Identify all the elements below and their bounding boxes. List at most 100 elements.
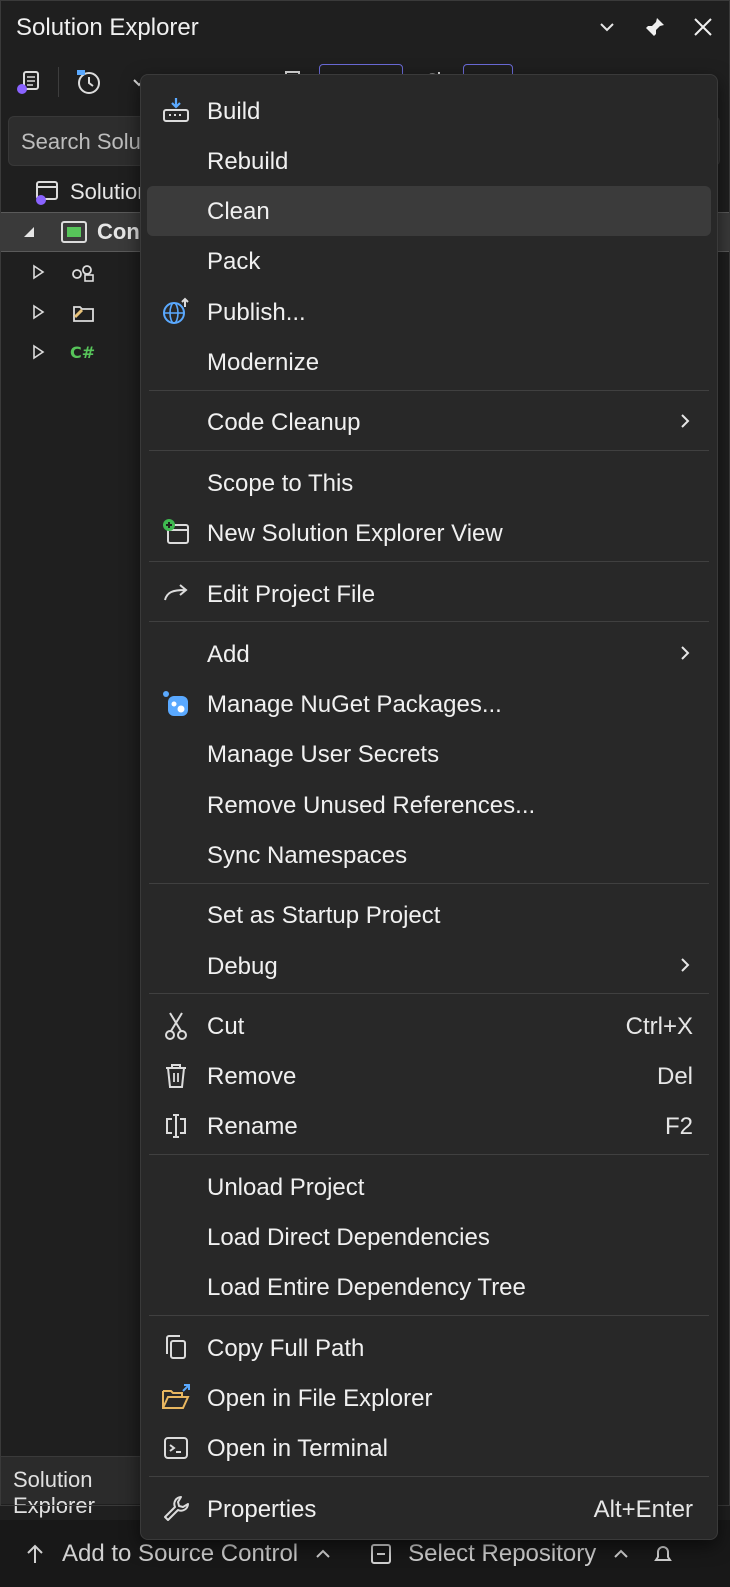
chevron-right-icon <box>677 410 693 438</box>
menu-item-scope-to-this[interactable]: Scope to This <box>147 458 711 508</box>
menu-item-remove-unused-references[interactable]: Remove Unused References... <box>147 780 711 830</box>
pin-icon[interactable] <box>638 10 672 44</box>
menu-label: Rename <box>207 1113 298 1140</box>
menu-label: Open in Terminal <box>207 1435 388 1462</box>
context-menu: Build Rebuild Clean Pack Publish... Mode… <box>140 74 718 1540</box>
folder-icon <box>159 1381 193 1415</box>
panel-title: Solution Explorer <box>16 14 199 41</box>
collapsed-triangle-icon[interactable] <box>10 304 66 320</box>
nuget-icon <box>159 687 193 721</box>
solution-icon <box>30 177 64 207</box>
menu-item-open-in-terminal[interactable]: Open in Terminal <box>147 1423 711 1473</box>
menu-item-open-in-file-explorer[interactable]: Open in File Explorer <box>147 1373 711 1423</box>
menu-label: Build <box>207 98 261 125</box>
menu-item-debug[interactable]: Debug <box>147 941 711 991</box>
expanded-triangle-icon[interactable] <box>1 225 57 239</box>
menu-item-copy-full-path[interactable]: Copy Full Path <box>147 1323 711 1373</box>
chevron-right-icon <box>677 954 693 982</box>
rename-icon <box>159 1109 193 1143</box>
csharp-file-icon: C# <box>66 337 100 367</box>
menu-item-manage-user-secrets[interactable]: Manage User Secrets <box>147 729 711 779</box>
menu-label: Rebuild <box>207 148 289 175</box>
menu-item-code-cleanup[interactable]: Code Cleanup <box>147 397 711 447</box>
terminal-icon <box>159 1431 193 1465</box>
menu-label: Load Direct Dependencies <box>207 1224 490 1251</box>
svg-text:C#: C# <box>70 343 95 362</box>
menu-separator <box>149 621 709 622</box>
copy-icon <box>159 1331 193 1365</box>
wrench-icon <box>159 1492 193 1526</box>
menu-item-publish[interactable]: Publish... <box>147 287 711 337</box>
menu-item-rename[interactable]: Rename F2 <box>147 1101 711 1151</box>
menu-item-clean[interactable]: Clean <box>147 186 711 236</box>
menu-label: Modernize <box>207 349 320 376</box>
title-actions <box>590 10 720 44</box>
menu-separator <box>149 883 709 884</box>
notifications-button[interactable] <box>650 1541 676 1567</box>
menu-label: Properties <box>207 1496 317 1523</box>
close-icon[interactable] <box>686 10 720 44</box>
chevron-up-icon <box>614 1549 628 1558</box>
menu-label: Code Cleanup <box>207 409 361 436</box>
menu-label: Unload Project <box>207 1174 365 1201</box>
menu-label: Pack <box>207 248 261 275</box>
menu-label: Scope to This <box>207 470 354 497</box>
add-to-source-control-button[interactable]: Add to Source Control <box>22 1540 334 1568</box>
menu-separator <box>149 1154 709 1155</box>
menu-item-modernize[interactable]: Modernize <box>147 337 711 387</box>
menu-label: Sync Namespaces <box>207 842 408 869</box>
repository-label: Select Repository <box>408 1539 597 1567</box>
menu-item-add[interactable]: Add <box>147 629 711 679</box>
menu-shortcut: F2 <box>664 1113 693 1140</box>
menu-item-cut[interactable]: Cut Ctrl+X <box>147 1001 711 1051</box>
title-bar: Solution Explorer <box>0 0 730 52</box>
menu-label: Publish... <box>207 299 306 326</box>
menu-item-load-entire-dependency-tree[interactable]: Load Entire Dependency Tree <box>147 1262 711 1312</box>
select-repository-button[interactable]: Select Repository <box>368 1540 632 1568</box>
menu-item-unload-project[interactable]: Unload Project <box>147 1162 711 1212</box>
collapsed-triangle-icon[interactable] <box>10 344 66 360</box>
chevron-down-icon[interactable] <box>590 10 624 44</box>
menu-label: Manage NuGet Packages... <box>207 691 502 718</box>
scissors-icon <box>159 1009 193 1043</box>
menu-item-properties[interactable]: Properties Alt+Enter <box>147 1484 711 1534</box>
arrow-up-icon <box>27 1544 43 1563</box>
menu-item-sync-namespaces[interactable]: Sync Namespaces <box>147 830 711 880</box>
menu-item-new-solution-explorer-view[interactable]: New Solution Explorer View <box>147 508 711 558</box>
menu-shortcut: Alt+Enter <box>593 1496 693 1523</box>
bell-icon <box>654 1545 673 1561</box>
arrow-right-icon <box>159 577 193 611</box>
menu-item-edit-project-file[interactable]: Edit Project File <box>147 569 711 619</box>
menu-item-load-direct-dependencies[interactable]: Load Direct Dependencies <box>147 1212 711 1262</box>
menu-item-manage-nuget-packages[interactable]: Manage NuGet Packages... <box>147 679 711 729</box>
csharp-project-icon <box>57 217 91 247</box>
menu-label: Open in File Explorer <box>207 1385 433 1412</box>
build-icon <box>159 94 193 128</box>
menu-label: Remove <box>207 1063 297 1090</box>
menu-label: Clean <box>207 198 270 225</box>
globe-icon <box>159 295 193 329</box>
dependencies-icon <box>66 257 100 287</box>
chevron-up-icon <box>316 1549 330 1558</box>
menu-item-remove[interactable]: Remove Del <box>147 1051 711 1101</box>
switch-views-icon[interactable] <box>8 62 48 102</box>
menu-separator <box>149 993 709 994</box>
menu-item-rebuild[interactable]: Rebuild <box>147 136 711 186</box>
menu-separator <box>149 561 709 562</box>
menu-label: Load Entire Dependency Tree <box>207 1274 526 1301</box>
menu-label: Copy Full Path <box>207 1335 365 1362</box>
pending-changes-filter-icon[interactable] <box>69 62 109 102</box>
menu-shortcut: Del <box>656 1063 693 1090</box>
menu-label: Remove Unused References... <box>207 792 536 819</box>
menu-label: New Solution Explorer View <box>207 520 503 547</box>
menu-item-pack[interactable]: Pack <box>147 236 711 286</box>
menu-label: Cut <box>207 1013 245 1040</box>
menu-item-set-as-startup-project[interactable]: Set as Startup Project <box>147 890 711 940</box>
properties-folder-icon <box>66 297 100 327</box>
toolbar-separator <box>58 67 59 97</box>
menu-label: Manage User Secrets <box>207 741 440 768</box>
menu-separator <box>149 1315 709 1316</box>
menu-item-build[interactable]: Build <box>147 86 711 136</box>
collapsed-triangle-icon[interactable] <box>10 264 66 280</box>
chevron-right-icon <box>677 642 693 670</box>
